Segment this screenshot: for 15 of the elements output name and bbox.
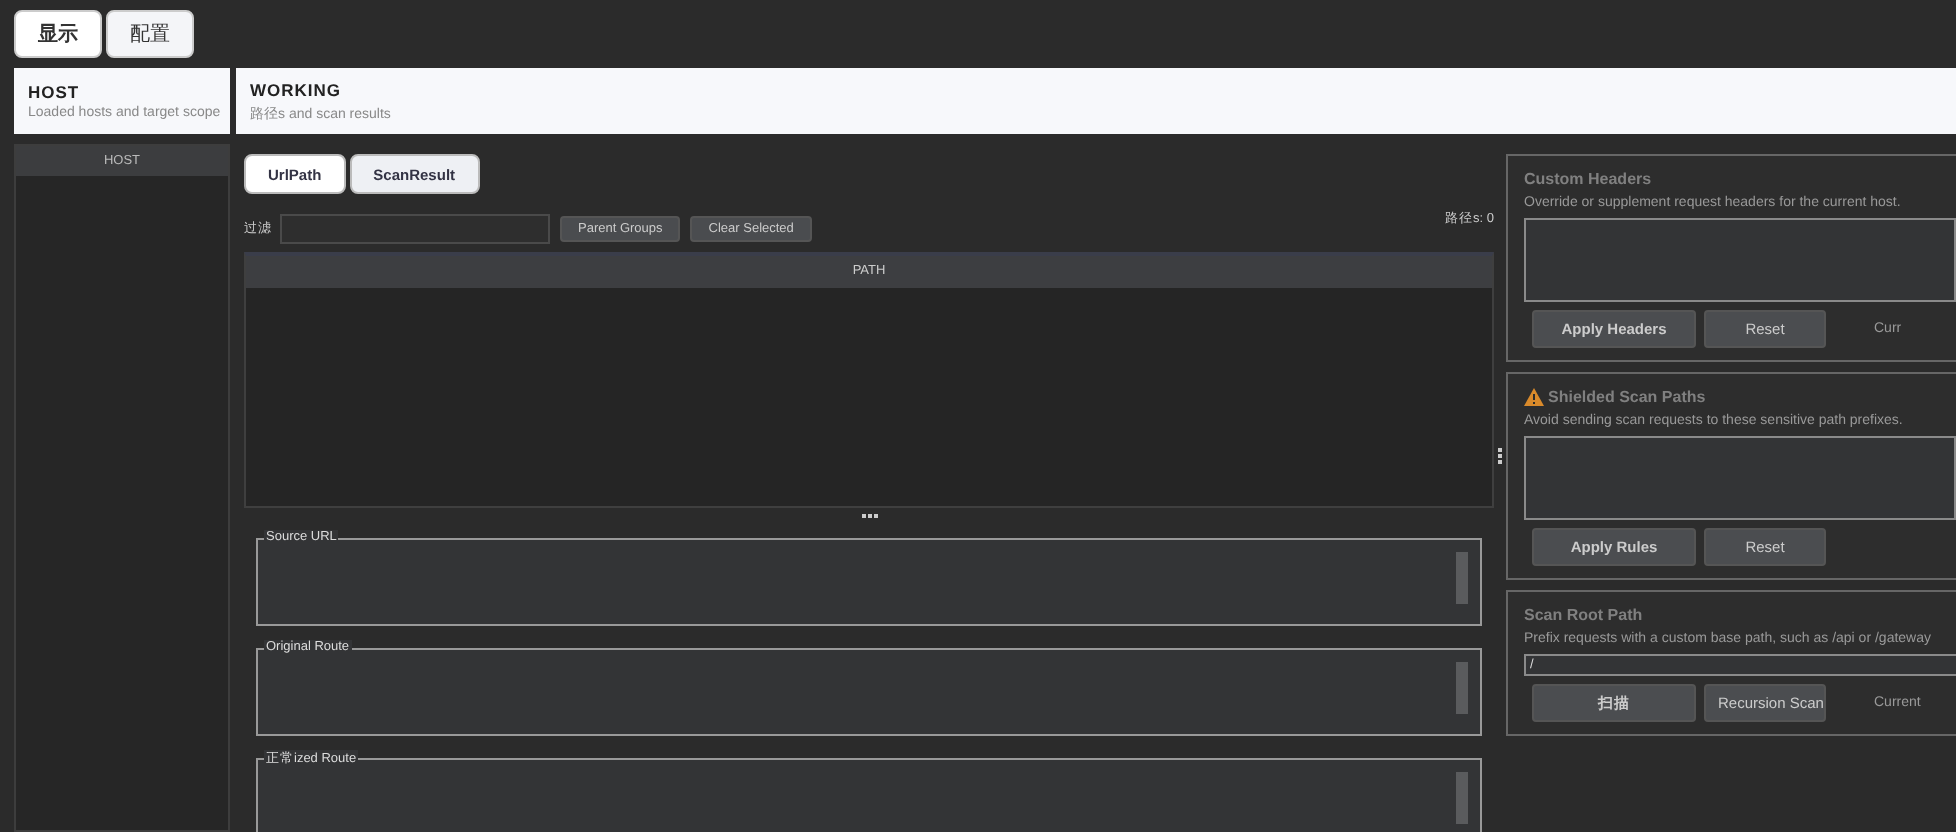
scrollbar[interactable]: [1456, 552, 1468, 604]
view-tab[interactable]: 显示: [14, 10, 102, 58]
panel-title: Scan Root Path: [1524, 605, 1643, 623]
panel-title: Shielded Scan Paths: [1548, 387, 1706, 405]
scrollbar[interactable]: [1456, 772, 1468, 824]
filter-field[interactable]: [280, 213, 550, 243]
header-title: HOST: [28, 82, 82, 102]
text-area[interactable]: [1524, 218, 1956, 302]
panel-title: Custom Headers: [1524, 169, 1652, 187]
header-title: WORKING: [250, 79, 344, 99]
text-area[interactable]: [1524, 436, 1956, 520]
scrollbar[interactable]: [1456, 662, 1468, 714]
view-tab[interactable]: 配置: [106, 10, 194, 58]
warning-icon: [1524, 387, 1544, 405]
splitter-handle[interactable]: [861, 514, 877, 518]
